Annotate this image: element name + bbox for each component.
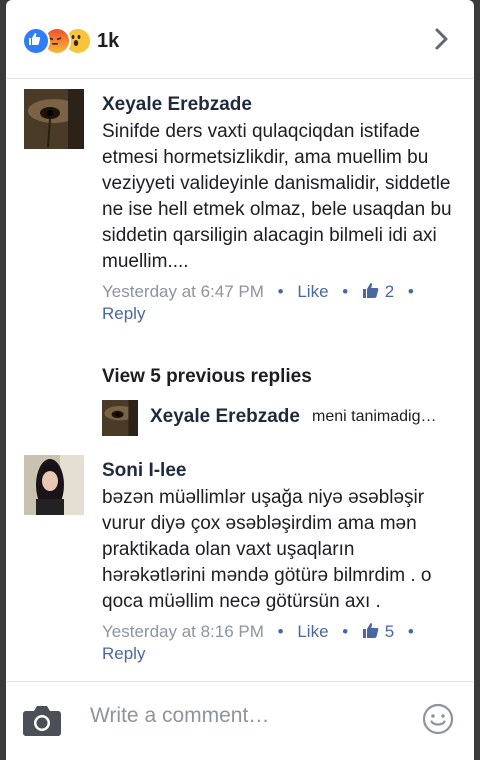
separator: • xyxy=(407,622,414,641)
separator: • xyxy=(342,282,349,301)
comment-text: Sinifde ders vaxti qulaqciqdan istifade … xyxy=(102,121,452,272)
comments-panel: 1k Xeyale Erebzade Sinifde ders vaxti qu… xyxy=(6,0,474,760)
like-count[interactable]: 5 xyxy=(385,622,394,641)
comment-meta: Yesterday at 6:47 PM • Like • 2 • Reply xyxy=(102,281,456,325)
reply-snippet: meni tanimadig… xyxy=(312,408,437,425)
reply-preview[interactable]: Xeyale Erebzade meni tanimadig… xyxy=(102,400,456,436)
reaction-summary[interactable]: 1k xyxy=(22,27,119,55)
comment-time[interactable]: Yesterday at 8:16 PM xyxy=(102,622,264,641)
comment-list[interactable]: Xeyale Erebzade Sinifde ders vaxti qulaq… xyxy=(6,79,474,681)
thumbs-up-icon xyxy=(362,283,379,298)
comment-input[interactable]: Write a comment… xyxy=(90,704,269,728)
comment-text: bəzən müəllimlər uşağa niyə əsəbləşir vu… xyxy=(102,487,432,612)
camera-icon[interactable] xyxy=(22,702,62,738)
comment-meta: Yesterday at 8:16 PM • Like • 5 • Reply xyxy=(102,621,456,665)
separator: • xyxy=(277,622,284,641)
emoji-icon[interactable] xyxy=(422,703,454,735)
separator: • xyxy=(342,622,349,641)
separator: • xyxy=(277,282,284,301)
comment-composer: Write a comment… xyxy=(6,681,474,760)
avatar[interactable] xyxy=(24,89,84,149)
chevron-right-icon[interactable] xyxy=(426,24,456,54)
like-link[interactable]: Like xyxy=(297,622,328,641)
thumbs-up-icon xyxy=(362,623,379,638)
reply-author[interactable]: Xeyale Erebzade xyxy=(150,406,300,428)
reactions-bar[interactable]: 1k xyxy=(6,0,474,79)
view-previous-replies-link[interactable]: View 5 previous replies xyxy=(102,366,312,388)
like-count[interactable]: 2 xyxy=(385,282,394,301)
comment-author[interactable]: Soni I-lee xyxy=(102,459,456,483)
like-link[interactable]: Like xyxy=(297,282,328,301)
like-icon xyxy=(22,27,50,55)
separator: • xyxy=(407,282,414,301)
reaction-count: 1k xyxy=(97,29,120,52)
comment-author[interactable]: Xeyale Erebzade xyxy=(102,93,456,117)
avatar[interactable] xyxy=(24,455,84,515)
reply-link[interactable]: Reply xyxy=(102,644,145,663)
avatar[interactable] xyxy=(102,400,138,436)
reply-link[interactable]: Reply xyxy=(102,304,145,323)
comment-time[interactable]: Yesterday at 6:47 PM xyxy=(102,282,264,301)
